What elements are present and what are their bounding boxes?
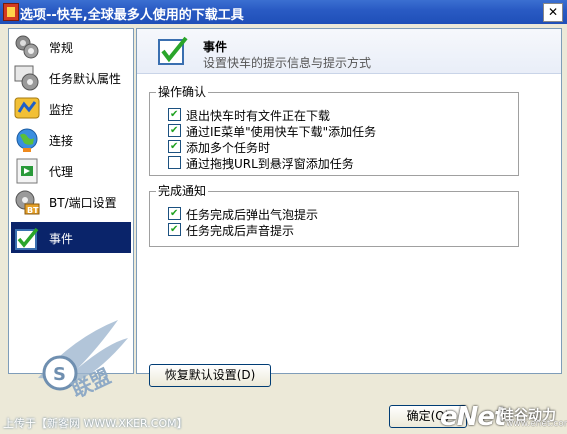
checkbox-label: 通过拖拽URL到悬浮窗添加任务: [186, 157, 354, 171]
bt-gear-icon: BT: [14, 189, 40, 215]
enet-url: www.enet.com.cn: [506, 419, 567, 429]
upload-credit: 上传于【新客网 WWW.XKER.COM】: [3, 417, 188, 430]
sidebar-item-label: BT/端口设置: [49, 196, 117, 210]
checkbox[interactable]: ✔: [168, 124, 181, 137]
panel-header: 事件 设置快车的提示信息与提示方式: [137, 29, 561, 74]
sidebar-item-label: 常规: [49, 41, 74, 55]
sidebar-item-label: 事件: [49, 232, 74, 246]
sidebar-item-monitor[interactable]: 监控: [11, 93, 131, 124]
checkbox-label: 任务完成后弹出气泡提示: [186, 208, 319, 222]
sidebar-item-label: 连接: [49, 134, 74, 148]
proxy-icon: [14, 158, 40, 184]
checkbox[interactable]: [168, 156, 181, 169]
event-checkbox-icon: [14, 225, 40, 251]
svg-text:S: S: [53, 364, 66, 385]
event-checkbox-icon: [157, 34, 189, 66]
sidebar-item-general[interactable]: 常规: [11, 31, 131, 62]
sidebar-item-label: 任务默认属性: [49, 72, 122, 86]
completion-notify-group: 完成通知 ✔ 任务完成后弹出气泡提示 ✔ 任务完成后声音提示: [149, 184, 519, 247]
check-icon: ✔: [170, 208, 179, 219]
window-title: 选项--快车,全球最多人使用的下载工具: [20, 8, 244, 23]
check-icon: ✔: [170, 141, 179, 152]
checkbox-label: 退出快车时有文件正在下载: [186, 109, 331, 123]
group-title: 完成通知: [156, 184, 209, 198]
sidebar-item-label: 代理: [49, 165, 74, 179]
sidebar-item-label: 监控: [49, 103, 74, 117]
checkbox[interactable]: ✔: [168, 108, 181, 121]
checkbox[interactable]: ✔: [168, 223, 181, 236]
globe-connection-icon: [14, 127, 40, 153]
close-button[interactable]: ✕: [543, 3, 563, 22]
app-icon: [3, 3, 19, 21]
check-icon: ✔: [170, 224, 179, 235]
checkbox-label: 任务完成后声音提示: [186, 224, 295, 238]
task-gears-icon: [14, 65, 40, 91]
check-icon: ✔: [170, 109, 179, 120]
sidebar-item-events[interactable]: 事件: [11, 222, 131, 253]
checkbox[interactable]: ✔: [168, 207, 181, 220]
check-icon: ✔: [170, 125, 179, 136]
events-panel: 事件 设置快车的提示信息与提示方式 操作确认 ✔ 退出快车时有文件正在下载 ✔ …: [136, 28, 562, 387]
page-title: 事件: [203, 40, 228, 54]
sidebar-item-proxy[interactable]: 代理: [11, 155, 131, 186]
settings-gears-icon: [14, 34, 40, 60]
operation-confirm-group: 操作确认 ✔ 退出快车时有文件正在下载 ✔ 通过IE菜单"使用快车下载"添加任务…: [149, 85, 519, 176]
enet-logo: eNet: [440, 402, 506, 432]
options-dialog: 选项--快车,全球最多人使用的下载工具 ✕ 常规 任务默认属性 监控 连接 代理…: [0, 0, 567, 434]
sidebar-item-connection[interactable]: 连接: [11, 124, 131, 155]
page-subtitle: 设置快车的提示信息与提示方式: [203, 56, 372, 70]
sidebar-item-bt-port[interactable]: BT BT/端口设置: [11, 186, 131, 217]
checkbox[interactable]: ✔: [168, 140, 181, 153]
group-title: 操作确认: [156, 85, 209, 99]
checkbox-label: 添加多个任务时: [186, 141, 271, 155]
sidebar-item-task-defaults[interactable]: 任务默认属性: [11, 62, 131, 93]
title-bar[interactable]: 选项--快车,全球最多人使用的下载工具 ✕: [0, 0, 567, 24]
checkbox-label: 通过IE菜单"使用快车下载"添加任务: [186, 125, 377, 139]
restore-defaults-button[interactable]: 恢复默认设置(D): [149, 364, 271, 387]
svg-text:BT: BT: [27, 206, 39, 215]
union-logo-watermark: S 联盟: [18, 318, 136, 416]
monitor-icon: [14, 96, 40, 122]
